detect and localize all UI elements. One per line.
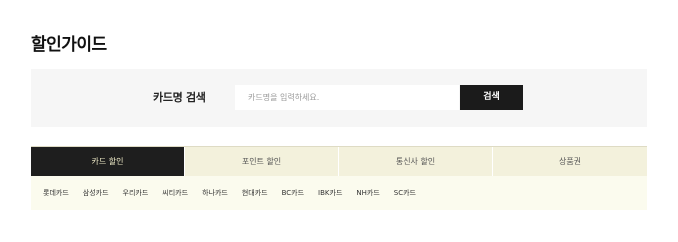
card-item-sc[interactable]: SC카드 — [394, 188, 416, 198]
tab-point-discount[interactable]: 포인트 할인 — [185, 147, 339, 176]
tab-carrier-discount[interactable]: 통신사 할인 — [339, 147, 493, 176]
discount-tabs: 카드 할인 포인트 할인 통신사 할인 상품권 — [31, 146, 647, 176]
page-title: 할인가이드 — [31, 35, 107, 55]
card-item-ibk[interactable]: IBK카드 — [318, 188, 342, 198]
discount-guide-page: 할인가이드 카드명 검색 검색 카드 할인 포인트 할인 통신사 할인 상품권 … — [0, 0, 678, 242]
card-item-bc[interactable]: BC카드 — [282, 188, 304, 198]
card-item-samsung[interactable]: 삼성카드 — [83, 188, 109, 198]
tab-gift-voucher[interactable]: 상품권 — [493, 147, 647, 176]
card-item-citi[interactable]: 씨티카드 — [162, 188, 188, 198]
card-company-list: 롯데카드 삼성카드 우리카드 씨티카드 하나카드 현대카드 BC카드 IBK카드… — [31, 176, 647, 210]
search-label: 카드명 검색 — [153, 91, 206, 104]
tab-card-discount[interactable]: 카드 할인 — [31, 147, 185, 176]
search-input[interactable] — [235, 85, 459, 110]
card-item-nh[interactable]: NH카드 — [356, 188, 379, 198]
card-item-hana[interactable]: 하나카드 — [202, 188, 228, 198]
card-item-woori[interactable]: 우리카드 — [123, 188, 149, 198]
card-item-hyundai[interactable]: 현대카드 — [242, 188, 268, 198]
search-button[interactable]: 검색 — [460, 85, 523, 110]
search-panel: 카드명 검색 검색 — [31, 69, 647, 127]
card-item-lotte[interactable]: 롯데카드 — [43, 188, 69, 198]
